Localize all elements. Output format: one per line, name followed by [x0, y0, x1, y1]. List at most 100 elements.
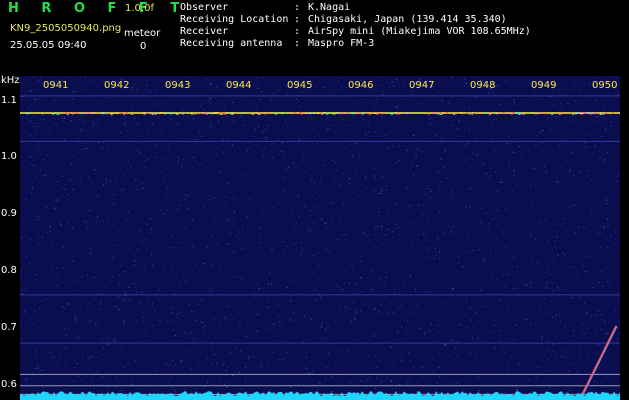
noise-speckle	[381, 222, 383, 224]
noise-speckle	[475, 137, 477, 139]
noise-speckle	[452, 183, 454, 185]
noise-speckle	[539, 308, 541, 310]
noise-speckle	[71, 119, 73, 121]
noise-speckle	[127, 218, 129, 220]
carrier-speckle	[317, 113, 320, 114]
noise-speckle	[123, 292, 125, 294]
noise-speckle	[124, 125, 126, 127]
noise-speckle	[578, 183, 580, 185]
noise-speckle	[38, 79, 40, 81]
noise-speckle	[304, 206, 306, 208]
noise-speckle	[92, 291, 94, 293]
noise-speckle	[91, 304, 93, 306]
noise-speckle	[134, 279, 136, 281]
noise-speckle	[472, 152, 474, 154]
carrier-speckle	[122, 112, 124, 114]
noise-speckle	[523, 165, 525, 166]
noise-speckle	[502, 222, 504, 224]
noise-speckle	[203, 153, 205, 155]
noise-speckle	[615, 77, 617, 79]
noise-speckle	[494, 348, 496, 350]
noise-speckle	[233, 251, 235, 253]
noise-speckle	[381, 229, 382, 231]
noise-speckle	[105, 179, 107, 180]
carrier-speckle	[54, 112, 57, 114]
noise-speckle	[35, 88, 37, 90]
noise-speckle	[367, 234, 369, 236]
noise-speckle	[501, 195, 503, 197]
noise-speckle	[499, 299, 501, 301]
noise-speckle	[198, 327, 200, 329]
noise-speckle	[614, 92, 616, 94]
noise-speckle	[299, 106, 301, 108]
noise-speckle	[21, 229, 23, 231]
carrier-speckle	[362, 113, 364, 115]
noise-speckle	[491, 304, 493, 306]
noise-speckle	[482, 163, 484, 165]
noise-speckle	[220, 171, 222, 173]
noise-speckle	[576, 220, 578, 222]
noise-speckle	[400, 356, 402, 358]
carrier-speckle	[72, 112, 75, 114]
noise-speckle	[513, 220, 515, 222]
noise-speckle	[225, 221, 227, 222]
noise-speckle	[613, 251, 615, 253]
noise-speckle	[181, 185, 183, 187]
noise-speckle	[504, 196, 506, 197]
noise-speckle	[505, 245, 507, 247]
noise-speckle	[305, 243, 306, 245]
noise-speckle	[111, 114, 112, 116]
carrier-speckle	[559, 113, 562, 115]
noise-speckle	[538, 233, 540, 235]
noise-speckle	[108, 341, 110, 343]
noise-speckle	[334, 213, 336, 215]
noise-speckle	[460, 292, 462, 294]
noise-speckle	[37, 368, 39, 369]
noise-speckle	[258, 145, 260, 147]
noise-speckle	[208, 276, 210, 278]
noise-speckle	[340, 77, 342, 79]
carrier-speckle	[551, 113, 554, 115]
noise-speckle	[520, 281, 522, 283]
carrier-speckle	[376, 113, 379, 115]
noise-speckle	[179, 210, 181, 212]
noise-speckle	[41, 236, 43, 238]
noise-speckle	[581, 213, 583, 215]
noise-speckle	[38, 219, 40, 220]
noise-speckle	[243, 233, 245, 235]
noise-speckle	[72, 259, 74, 261]
noise-speckle	[417, 305, 418, 307]
noise-speckle	[399, 384, 401, 386]
y-tick-label: 1.1	[1, 94, 17, 106]
noise-speckle	[316, 206, 318, 208]
noise-speckle	[360, 380, 362, 382]
noise-speckle	[306, 231, 308, 233]
noise-speckle	[46, 318, 48, 320]
noise-speckle	[581, 250, 583, 251]
noise-speckle	[239, 148, 241, 150]
info-row-antenna: Receiving antenna : Maspro FM-3	[180, 38, 531, 50]
noise-speckle	[466, 237, 468, 239]
noise-speckle	[380, 136, 382, 137]
noise-speckle	[458, 256, 460, 258]
noise-speckle	[116, 312, 118, 314]
noise-speckle	[483, 137, 485, 139]
noise-speckle	[97, 121, 99, 123]
noise-speckle	[82, 353, 83, 355]
noise-speckle	[415, 155, 417, 157]
noise-speckle	[513, 170, 515, 172]
noise-speckle	[395, 387, 397, 389]
noise-speckle	[61, 224, 63, 226]
noise-speckle	[36, 98, 38, 100]
noise-speckle	[352, 292, 354, 294]
noise-speckle	[410, 276, 411, 277]
noise-speckle	[300, 253, 302, 255]
noise-speckle	[34, 165, 36, 167]
noise-speckle	[259, 116, 261, 118]
noise-speckle	[91, 355, 93, 357]
noise-speckle	[181, 299, 183, 301]
noise-speckle	[199, 353, 201, 355]
noise-speckle	[251, 232, 253, 234]
noise-speckle	[310, 210, 312, 211]
noise-speckle	[572, 266, 574, 268]
